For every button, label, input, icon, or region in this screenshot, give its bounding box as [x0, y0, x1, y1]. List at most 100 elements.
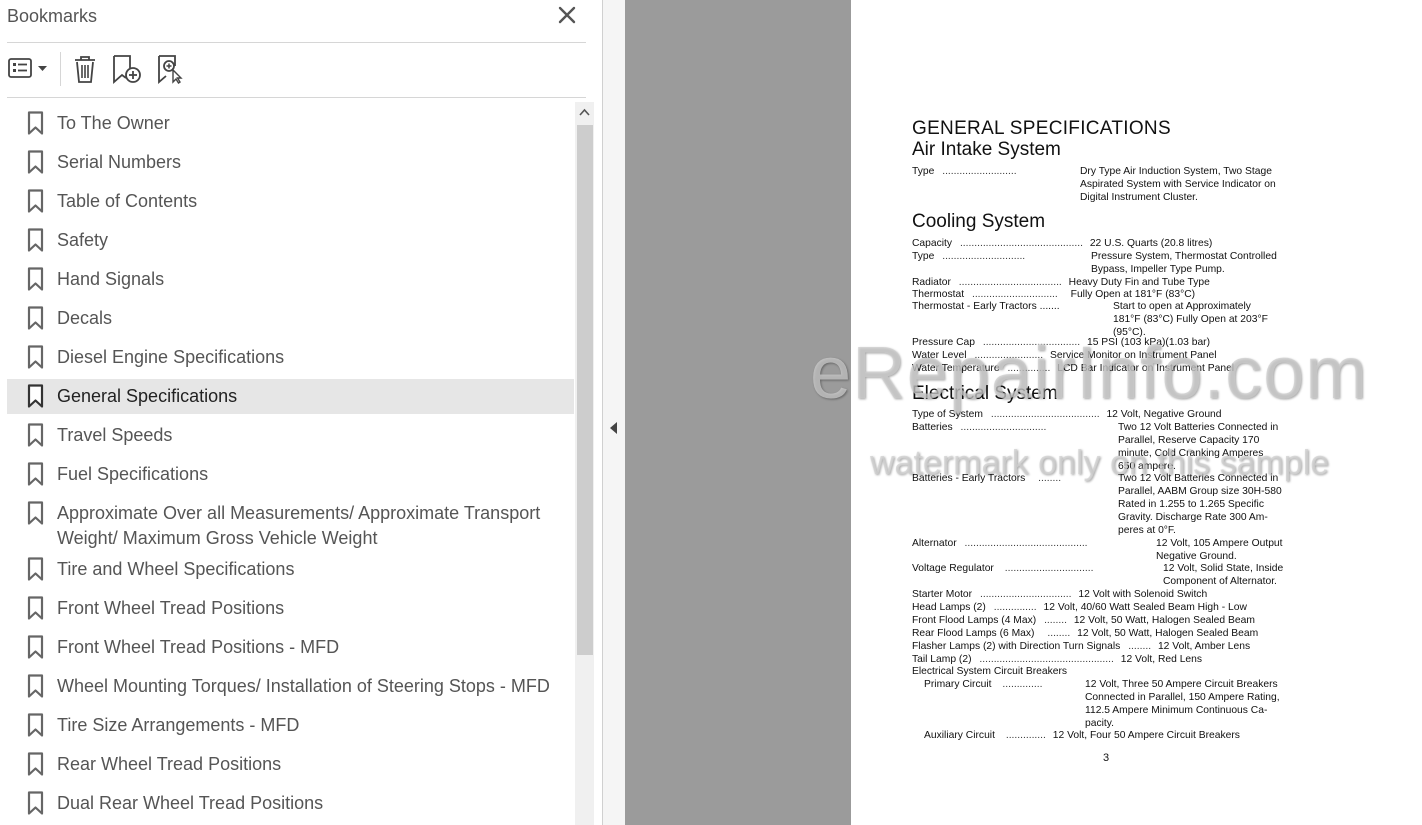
bookmark-item[interactable]: Travel Speeds: [7, 418, 574, 453]
spec-label: Thermostat - Early Tractors .......: [912, 301, 1060, 312]
close-panel-button[interactable]: [556, 4, 578, 26]
delete-icon: [75, 56, 95, 83]
spec-leader: ....................................: [958, 277, 1062, 288]
bookmark-icon: [27, 189, 44, 213]
bookmark-icon: [27, 384, 44, 408]
watermark: eRepairInfo.com: [810, 331, 1368, 414]
spec-value-line: Start to open at Approximately: [1113, 301, 1251, 312]
bookmark-item[interactable]: Wheel Mounting Torques/ Installation of …: [7, 669, 574, 704]
bookmark-icon: [27, 228, 44, 252]
new-bookmark-button[interactable]: [111, 54, 143, 84]
spec-row: Electrical System Circuit Breakers: [912, 665, 1067, 678]
bookmark-label: Front Wheel Tread Positions: [57, 598, 285, 618]
scrollbar-thumb[interactable]: [577, 125, 593, 655]
spec-value-line: Bypass, Impeller Type Pump.: [1091, 264, 1225, 275]
bookmark-icon: [27, 423, 44, 447]
spec-leader: ........................................…: [959, 238, 1083, 249]
spec-value: Heavy Duty Fin and Tube Type: [1068, 277, 1210, 288]
spec-value-line: peres at 0°F.: [1118, 525, 1176, 536]
spec-value-line: Aspirated System with Service Indicator …: [1080, 179, 1276, 190]
bookmark-item[interactable]: Decals: [7, 301, 574, 336]
spec-row: Rear Flood Lamps (6 Max) ........ 12 Vol…: [912, 627, 1258, 640]
bookmark-label: Table of Contents: [57, 191, 198, 211]
bookmark-icon: [27, 557, 44, 581]
spec-label: Capacity: [912, 238, 953, 249]
bookmark-icon: [27, 635, 44, 659]
collapse-panel-button[interactable]: [607, 420, 621, 436]
spec-row: Type ..........................: [912, 165, 1017, 178]
spec-label: Head Lamps (2): [912, 602, 986, 613]
spec-leader: ..............................: [960, 422, 1047, 433]
bookmark-label: Decals: [57, 308, 113, 328]
spec-value-line: 12 Volt, Three 50 Ampere Circuit Breaker…: [1085, 679, 1278, 690]
spec-value-line: Gravity. Discharge Rate 300 Am-: [1118, 512, 1268, 523]
spec-value: 12 Volt, 50 Watt, Halogen Sealed Beam: [1077, 628, 1259, 639]
spec-label: Type: [912, 166, 935, 177]
spec-value: 12 Volt, Four 50 Ampere Circuit Breakers: [1052, 730, 1240, 741]
spec-row: Flasher Lamps (2) with Direction Turn Si…: [912, 640, 1250, 653]
bookmark-item[interactable]: Front Wheel Tread Positions: [7, 591, 574, 626]
air-intake-heading: Air Intake System: [912, 139, 1061, 160]
bookmark-item[interactable]: Diesel Engine Specifications: [7, 340, 574, 375]
cooling-heading: Cooling System: [912, 211, 1046, 232]
bookmark-item[interactable]: General Specifications: [7, 379, 574, 414]
spec-row: Voltage Regulator ......................…: [912, 562, 1093, 575]
bookmark-label: Approximate Over all Measurements/ Appro…: [57, 503, 541, 523]
bookmark-item[interactable]: To The Owner: [7, 106, 574, 141]
bookmark-icon: [27, 713, 44, 737]
spec-leader: ...............................: [1004, 563, 1094, 574]
spec-label: Rear Flood Lamps (6 Max): [912, 628, 1035, 639]
bookmark-item[interactable]: Rear Wheel Tread Positions: [7, 747, 574, 782]
bookmark-item[interactable]: Serial Numbers: [7, 145, 574, 180]
bookmark-item[interactable]: Fuel Specifications: [7, 457, 574, 492]
scroll-up-button[interactable]: [575, 104, 594, 122]
bookmark-item[interactable]: Front Wheel Tread Positions - MFD: [7, 630, 574, 665]
bookmark-icon: [27, 674, 44, 698]
spec-label: Radiator: [912, 277, 951, 288]
spec-value: Pressure System, Thermostat Controlled B…: [1091, 250, 1277, 276]
spec-value: 12 Volt, Three 50 Ampere Circuit Breaker…: [1085, 678, 1280, 730]
spec-label: Type: [912, 251, 935, 262]
spec-value-line: Connected in Parallel, 150 Ampere Rating…: [1085, 692, 1280, 703]
bookmark-icon: [27, 462, 44, 486]
bookmark-label: Travel Speeds: [57, 425, 173, 445]
spec-value-line: 112.5 Ampere Minimum Continuous Ca-: [1085, 705, 1268, 716]
close-icon: [558, 6, 576, 24]
bookmark-icon: [27, 111, 44, 135]
options-menu-button[interactable]: [7, 54, 51, 84]
bookmark-icon: [27, 791, 44, 815]
bookmark-item[interactable]: Tire and Wheel Specifications: [7, 552, 574, 587]
delete-bookmark-button[interactable]: [70, 54, 100, 84]
bookmark-icon: [27, 752, 44, 776]
bookmark-icon: [27, 501, 44, 525]
bookmark-item[interactable]: Table of Contents: [7, 184, 574, 219]
bookmark-item[interactable]: Tire Size Arrangements - MFD: [7, 708, 574, 743]
find-bookmark-button[interactable]: [156, 54, 186, 84]
panel-resize-strip[interactable]: [603, 0, 625, 825]
bookmark-item[interactable]: Approximate Over all Measurements/ Appro…: [7, 496, 574, 548]
spec-row: Starter Motor ..........................…: [912, 588, 1207, 601]
spec-value: 12 Volt, Solid State, Inside Component o…: [1163, 562, 1283, 588]
spec-value-line: 181°F (83°C) Fully Open at 203°F: [1113, 314, 1268, 325]
spec-row: Type .............................: [912, 250, 1025, 263]
spec-value: 12 Volt with Solenoid Switch: [1078, 589, 1208, 600]
spec-leader: ........: [1128, 641, 1152, 652]
toolbar-divider: [7, 97, 586, 98]
bookmark-label: Fuel Specifications: [57, 464, 209, 484]
spec-label: Voltage Regulator: [912, 563, 994, 574]
spec-leader: ................................: [979, 589, 1072, 600]
spec-value-line: 12 Volt, 105 Ampere Output: [1156, 538, 1283, 549]
spec-leader: ...............: [993, 602, 1037, 613]
bookmark-item[interactable]: Hand Signals: [7, 262, 574, 297]
spec-label: Electrical System Circuit Breakers: [912, 666, 1068, 677]
spec-row: Thermostat - Early Tractors .......: [912, 300, 1060, 313]
spec-value-line: Two 12 Volt Batteries Connected in: [1118, 422, 1279, 433]
bookmark-icon: [27, 267, 44, 291]
bookmark-item[interactable]: Dual Rear Wheel Tread Positions: [7, 786, 574, 821]
bookmark-label: Diesel Engine Specifications: [57, 347, 285, 367]
bookmark-label: Tire Size Arrangements - MFD: [57, 715, 300, 735]
bookmark-label: Serial Numbers: [57, 152, 182, 172]
bookmark-icon: [27, 150, 44, 174]
spec-value: 12 Volt, Amber Lens: [1157, 641, 1251, 652]
bookmark-item[interactable]: Safety: [7, 223, 574, 258]
